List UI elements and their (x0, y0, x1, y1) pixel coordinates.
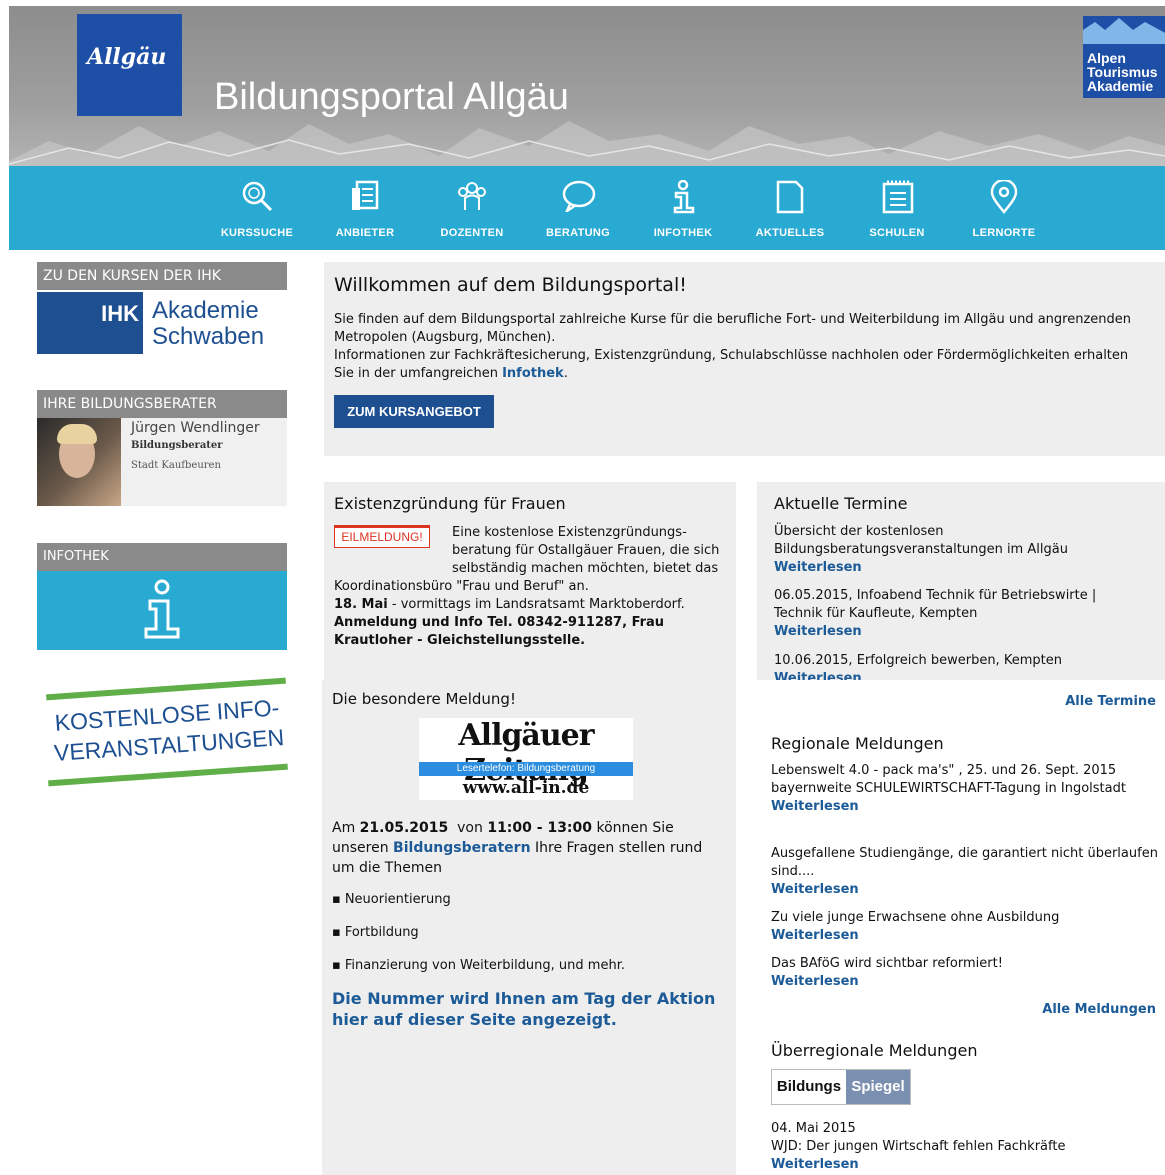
alle-termine-link[interactable]: Alle Termine (1065, 694, 1156, 709)
search-icon (242, 181, 273, 212)
kostenlose-info-veranstaltungen-banner[interactable]: KOSTENLOSE INFO- VERANSTALTUNGEN (44, 677, 290, 787)
nav-kurssuche[interactable]: KURSSUCHE (207, 166, 307, 250)
list-item: 06.05.2015, Infoabend Technik für Betrie… (774, 588, 1097, 639)
ihk-akademie-logo[interactable]: IHK Akademie Schwaben (37, 290, 287, 354)
people-icon (458, 182, 486, 210)
nav-beratung[interactable]: BERATUNG (528, 166, 628, 250)
welcome-text: Sie finden auf dem Bildungsportal zahlre… (334, 312, 1131, 381)
bildungsberatern-link[interactable]: Bildungsberatern (393, 840, 531, 856)
weiterlesen-link[interactable]: Weiterlesen (771, 928, 859, 943)
list-item: 10.06.2015, Erfolgreich bewerben, Kempte… (774, 652, 1144, 680)
regionale-title: Regionale Meldungen (771, 734, 944, 753)
nav-schulen[interactable]: SCHULEN (847, 166, 947, 250)
berater-role: Bildungsberater (131, 440, 223, 451)
alpen-tourismus-akademie-logo[interactable]: Alpen Tourismus Akademie (1083, 16, 1165, 98)
speech-bubble-icon (562, 180, 596, 212)
notepad-icon (882, 180, 914, 214)
existenz-text: EILMELDUNG! Eine kostenlose Existenzgrün… (334, 525, 720, 648)
berater-location: Stadt Kaufbeuren (131, 460, 221, 471)
list-item: Übersicht der kostenlosen Bildungsberatu… (774, 524, 1068, 575)
list-item: Ausgefallene Studiengänge, die garantier… (771, 846, 1158, 897)
allgaeu-logo[interactable]: Allgäu (77, 14, 182, 116)
list-item: Fortbildung (332, 925, 625, 941)
existenz-title: Existenzgründung für Frauen (334, 494, 566, 513)
mountain-icon (1083, 18, 1165, 44)
meldung-title: Die besondere Meldung! (332, 690, 516, 708)
meldung-text: Am 21.05.2015 von 11:00 - 13:00 können S… (332, 820, 703, 876)
main-navigation: KURSSUCHE ANBIETER DOZENTEN BERATUNG INF… (9, 166, 1165, 250)
weiterlesen-link[interactable]: Weiterlesen (774, 624, 862, 639)
list-item: Lebenswelt 4.0 - pack ma's" , 25. und 26… (771, 763, 1126, 814)
aktuelle-termine-box: Aktuelle Termine Übersicht der kostenlos… (757, 482, 1165, 680)
berater-photo (37, 418, 121, 506)
weiterlesen-link[interactable]: Weiterlesen (774, 671, 862, 680)
list-item: Das BAföG wird sichtbar reformiert! Weite… (771, 956, 1003, 989)
nummer-hinweis: Die Nummer wird Ihnen am Tag der Aktion … (332, 989, 716, 1029)
berater-name: Jürgen Wendlinger (131, 420, 260, 436)
kursangebot-button[interactable]: ZUM KURSANGEBOT (334, 395, 494, 428)
mountain-silhouette (9, 121, 1165, 166)
ueberregionale-title: Überregionale Meldungen (771, 1041, 978, 1060)
infothek-box[interactable]: INFOTHEK (37, 543, 287, 650)
weiterlesen-link[interactable]: Weiterlesen (771, 799, 859, 814)
besondere-meldung-box: Die besondere Meldung! Allgäuer Zeitung … (322, 680, 736, 1175)
header-banner: Allgäu Bildungsportal Allgäu Alpen Touri… (9, 6, 1165, 166)
document-icon (352, 180, 379, 210)
nav-lernorte[interactable]: LERNORTE (954, 166, 1054, 250)
allgaeuer-zeitung-logo[interactable]: Allgäuer Zeitung Lesertelefon: Bildungsb… (419, 718, 633, 800)
existenzgruendung-box: Existenzgründung für Frauen EILMELDUNG! … (324, 482, 736, 680)
bildungsberater-box[interactable]: IHRE BILDUNGSBERATER Jürgen Wendlinger B… (37, 390, 287, 506)
welcome-title: Willkommen auf dem Bildungsportal! (334, 274, 687, 296)
termine-title: Aktuelle Termine (774, 494, 908, 513)
nav-anbieter[interactable]: ANBIETER (315, 166, 415, 250)
map-pin-icon (990, 180, 1018, 214)
info-icon (144, 579, 180, 639)
weiterlesen-link[interactable]: Weiterlesen (771, 1157, 859, 1172)
info-icon (673, 180, 695, 214)
eilmeldung-badge: EILMELDUNG! (334, 525, 430, 548)
list-item: Finanzierung von Weiterbildung, und mehr… (332, 958, 625, 974)
infothek-heading: INFOTHEK (37, 543, 287, 571)
ihk-box[interactable]: ZU DEN KURSEN DER IHK IHK Akademie Schwab… (37, 262, 287, 354)
infothek-link[interactable]: Infothek (502, 366, 564, 381)
weiterlesen-link[interactable]: Weiterlesen (771, 974, 859, 989)
page-icon (776, 180, 804, 214)
weiterlesen-link[interactable]: Weiterlesen (771, 882, 859, 897)
meldungen-column: Alle Termine Regionale Meldungen Lebensw… (757, 680, 1165, 1175)
nav-aktuelles[interactable]: AKTUELLES (740, 166, 840, 250)
berater-heading: IHRE BILDUNGSBERATER (37, 390, 287, 418)
list-item: Neuorientierung (332, 892, 625, 908)
alle-meldungen-link[interactable]: Alle Meldungen (1042, 1002, 1156, 1017)
themen-list: Neuorientierung Fortbildung Finanzierung… (332, 892, 625, 991)
weiterlesen-link[interactable]: Weiterlesen (774, 560, 862, 575)
site-title: Bildungsportal Allgäu (214, 76, 569, 118)
nav-dozenten[interactable]: DOZENTEN (422, 166, 522, 250)
bildungsspiegel-logo[interactable]: Bildungs Spiegel (771, 1069, 911, 1105)
welcome-box: Willkommen auf dem Bildungsportal! Sie f… (324, 262, 1165, 456)
ihk-heading: ZU DEN KURSEN DER IHK (37, 262, 287, 290)
list-item: Zu viele junge Erwachsene ohne Ausbildun… (771, 910, 1060, 943)
nav-infothek[interactable]: INFOTHEK (633, 166, 733, 250)
list-item: 04. Mai 2015 WJD: Der jungen Wirtschaft f… (771, 1121, 1066, 1172)
